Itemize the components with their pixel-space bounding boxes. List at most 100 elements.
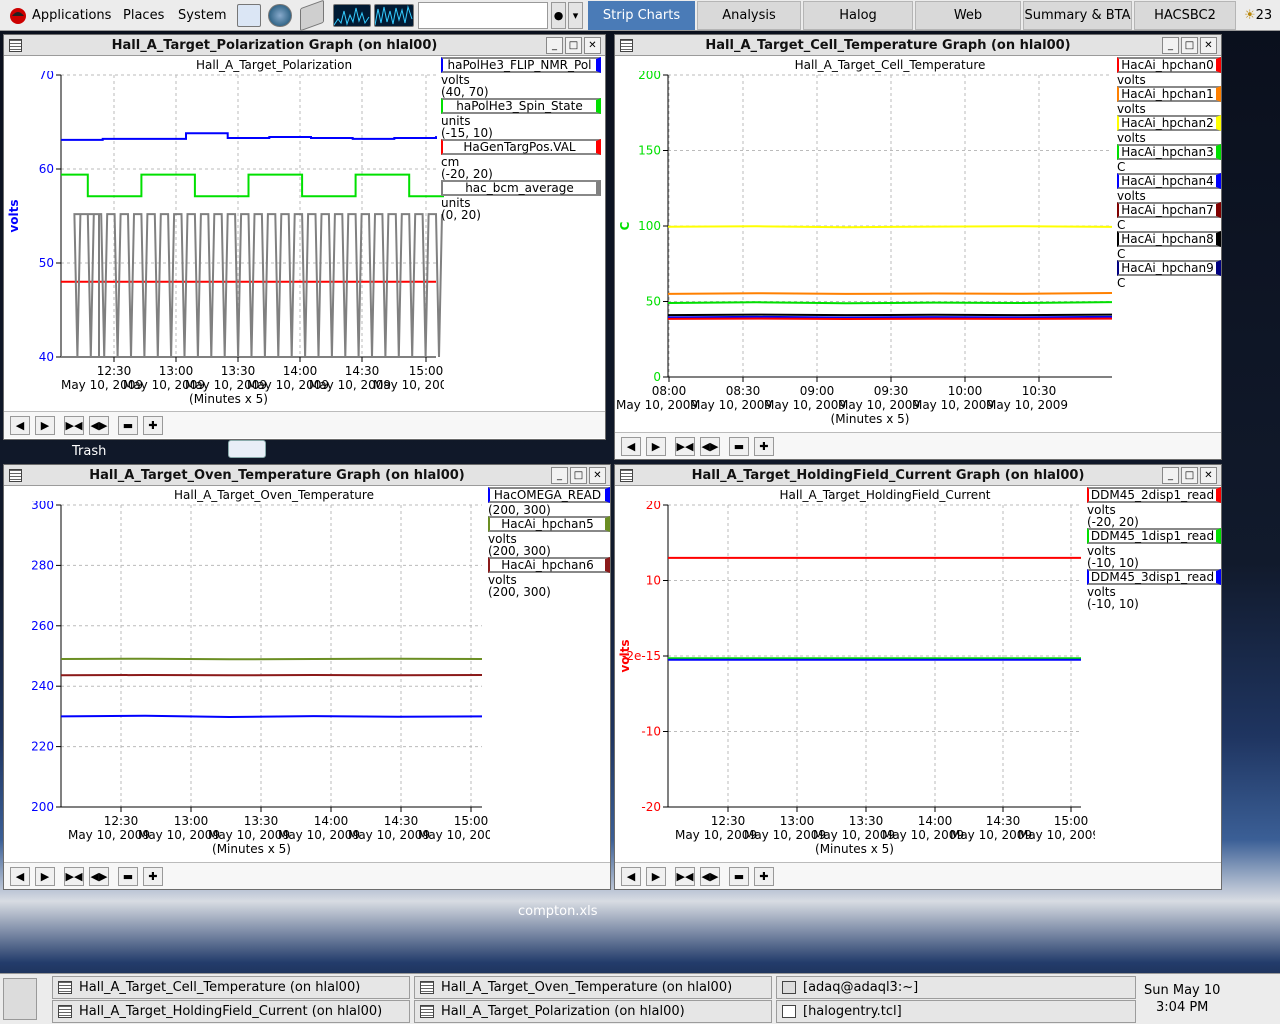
legend-entry[interactable]: HacAi_hpchan3 — [1117, 144, 1221, 160]
add-button[interactable]: ✚ — [754, 437, 774, 456]
legend-entry[interactable]: HacAi_hpchan4 — [1117, 173, 1221, 189]
legend-entry[interactable]: HaGenTargPos.VAL — [441, 139, 601, 155]
task-oven-temperature[interactable]: Hall_A_Target_Oven_Temperature (on hlal0… — [414, 976, 772, 999]
close-button[interactable]: ✕ — [1200, 37, 1217, 54]
legend-entry[interactable]: HacOMEGA_READ — [488, 487, 610, 503]
weather-clock[interactable]: ☀23 — [1244, 0, 1272, 31]
close-button[interactable]: ✕ — [1200, 467, 1217, 484]
legend-entry[interactable]: haPolHe3_FLIP_NMR_Pol — [441, 57, 601, 73]
task-polarization[interactable]: Hall_A_Target_Polarization (on hlal00) — [414, 1000, 772, 1023]
pan-end-button[interactable]: ▬ — [118, 416, 138, 435]
window-titlebar[interactable]: Hall_A_Target_Oven_Temperature Graph (on… — [4, 465, 610, 486]
zoom-in-time-button[interactable]: ▶◀ — [675, 437, 695, 456]
minimize-button[interactable]: _ — [1162, 467, 1179, 484]
places-menu[interactable]: Places — [123, 0, 164, 31]
minimize-button[interactable]: _ — [546, 37, 563, 54]
x-axis-label: (Minutes x 5) — [815, 842, 894, 856]
cell-temperature-window: Hall_A_Target_Cell_Temperature Graph (on… — [614, 34, 1222, 460]
legend-entry[interactable]: hac_bcm_average — [441, 180, 601, 196]
tab-halog[interactable]: Halog — [803, 1, 913, 30]
screenshot-launcher-icon[interactable] — [237, 4, 261, 27]
maximize-button[interactable]: □ — [570, 467, 587, 484]
legend-entry[interactable]: DDM45_1disp1_read — [1087, 528, 1221, 544]
legend-entry[interactable]: HacAi_hpchan0 — [1117, 57, 1221, 73]
maximize-button[interactable]: □ — [1181, 37, 1198, 54]
close-button[interactable]: ✕ — [584, 37, 601, 54]
desktop-file-label[interactable]: compton.xls — [518, 904, 598, 919]
tab-web[interactable]: Web — [915, 1, 1021, 30]
show-desktop-icon[interactable] — [3, 978, 37, 1020]
close-button[interactable]: ✕ — [589, 467, 606, 484]
minimize-button[interactable]: _ — [551, 467, 568, 484]
task-label: Hall_A_Target_Cell_Temperature (on hlal0… — [79, 980, 361, 995]
fedora-logo-icon[interactable] — [8, 0, 28, 31]
entry-dot-button[interactable]: ● — [551, 2, 566, 29]
add-button[interactable]: ✚ — [754, 867, 774, 886]
window-titlebar[interactable]: Hall_A_Target_HoldingField_Current Graph… — [615, 465, 1221, 486]
add-button[interactable]: ✚ — [143, 867, 163, 886]
legend-entry[interactable]: HacAi_hpchan7 — [1117, 202, 1221, 218]
legend-entry[interactable]: HacAi_hpchan9 — [1117, 260, 1221, 276]
y-tick-label: -10 — [641, 725, 661, 739]
task-halogentry[interactable]: [halogentry.tcl] — [776, 1000, 1136, 1023]
scroll-left-button[interactable]: ◀ — [621, 867, 641, 886]
legend-entry[interactable]: HacAi_hpchan6 — [488, 557, 610, 573]
task-terminal[interactable]: [adaq@adaql3:~] — [776, 976, 1136, 999]
legend-entry[interactable]: DDM45_2disp1_read — [1087, 487, 1221, 503]
command-entry[interactable] — [418, 2, 548, 29]
tab-strip-charts[interactable]: Strip Charts — [588, 1, 695, 30]
x-tick-label: 08:00 — [652, 384, 687, 398]
maximize-button[interactable]: □ — [1181, 467, 1198, 484]
legend-range: (-10, 10) — [1087, 556, 1139, 570]
zoom-out-time-button[interactable]: ◀▶ — [89, 867, 109, 886]
web-browser-icon[interactable] — [268, 4, 292, 27]
zoom-out-time-button[interactable]: ◀▶ — [89, 416, 109, 435]
window-titlebar[interactable]: Hall_A_Target_Cell_Temperature Graph (on… — [615, 35, 1221, 56]
legend-entry[interactable]: DDM45_3disp1_read — [1087, 569, 1221, 585]
clock[interactable]: Sun May 10 3:04 PM — [1144, 982, 1220, 1016]
legend-entry[interactable]: HacAi_hpchan5 — [488, 516, 610, 532]
legend: HacAi_hpchan0 volts HacAi_hpchan1 volts HacA… — [1117, 57, 1221, 289]
minimize-button[interactable]: _ — [1162, 37, 1179, 54]
pan-end-button[interactable]: ▬ — [118, 867, 138, 886]
scroll-left-button[interactable]: ◀ — [621, 437, 641, 456]
pan-end-button[interactable]: ▬ — [729, 867, 749, 886]
legend-entry[interactable]: haPolHe3_Spin_State — [441, 98, 601, 114]
zoom-in-time-button[interactable]: ▶◀ — [675, 867, 695, 886]
tab-analysis[interactable]: Analysis — [697, 1, 801, 30]
y-tick-label: 20 — [646, 501, 661, 512]
window-titlebar[interactable]: Hall_A_Target_Polarization Graph (on hla… — [4, 35, 605, 56]
tab-hacsbc2[interactable]: HACSBC2 — [1134, 1, 1236, 30]
scroll-left-button[interactable]: ◀ — [10, 867, 30, 886]
legend-unit: volts — [1117, 189, 1146, 203]
x-tick-label: 08:30 — [726, 384, 761, 398]
scroll-right-button[interactable]: ▶ — [646, 437, 666, 456]
entry-dropdown-button[interactable]: ▾ — [568, 2, 583, 29]
scroll-right-button[interactable]: ▶ — [35, 416, 55, 435]
legend-entry[interactable]: HacAi_hpchan8 — [1117, 231, 1221, 247]
series-line-HacAi_hpchan8 — [667, 313, 1113, 317]
scroll-right-button[interactable]: ▶ — [35, 867, 55, 886]
zoom-in-time-button[interactable]: ▶◀ — [64, 867, 84, 886]
legend-entry[interactable]: HacAi_hpchan1 — [1117, 86, 1221, 102]
pan-end-button[interactable]: ▬ — [729, 437, 749, 456]
maximize-button[interactable]: □ — [565, 37, 582, 54]
scroll-left-button[interactable]: ◀ — [10, 416, 30, 435]
zoom-out-time-button[interactable]: ◀▶ — [700, 437, 720, 456]
add-button[interactable]: ✚ — [143, 416, 163, 435]
task-cell-temperature[interactable]: Hall_A_Target_Cell_Temperature (on hlal0… — [52, 976, 410, 999]
zoom-in-time-button[interactable]: ▶◀ — [64, 416, 84, 435]
calculator-icon[interactable] — [300, 0, 324, 32]
zoom-out-time-button[interactable]: ◀▶ — [700, 867, 720, 886]
trash-label[interactable]: Trash — [72, 444, 106, 459]
scroll-right-button[interactable]: ▶ — [646, 867, 666, 886]
tab-summary-bta[interactable]: Summary & BTA — [1023, 1, 1132, 30]
task-holding-field[interactable]: Hall_A_Target_HoldingField_Current (on h… — [52, 1000, 410, 1023]
y-tick-label: 220 — [31, 740, 54, 754]
system-menu[interactable]: System — [178, 0, 226, 31]
y-tick-label: -20 — [641, 800, 661, 814]
trash-icon[interactable] — [228, 440, 266, 458]
applications-menu[interactable]: Applications — [32, 0, 111, 31]
y-tick-label: 60 — [39, 162, 54, 176]
legend-entry[interactable]: HacAi_hpchan2 — [1117, 115, 1221, 131]
